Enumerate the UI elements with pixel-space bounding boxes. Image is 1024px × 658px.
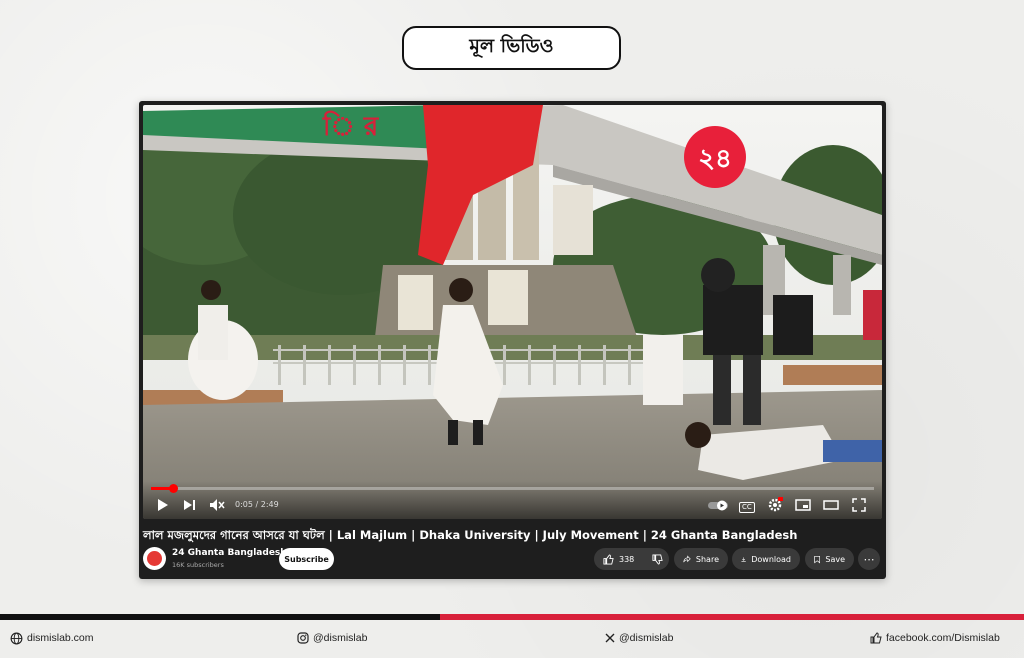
more-actions-button[interactable]: ⋯ (858, 548, 880, 570)
share-icon (683, 554, 691, 562)
svg-text:ি র: ি র (322, 110, 380, 142)
settings-button[interactable] (767, 497, 783, 513)
footer-divider-red (440, 614, 1024, 620)
progress-knob[interactable] (168, 484, 178, 493)
volume-muted-icon (210, 499, 225, 511)
footer-facebook-text: facebook.com/Dismislab (886, 632, 1000, 644)
video-player[interactable]: ি র ২৪ 0:05 / 2:49 CC লাল মজলুমদের গানের… (139, 101, 886, 579)
like-dislike-group: 338 (594, 548, 669, 570)
player-controls: 0:05 / 2:49 CC (143, 481, 882, 519)
footer-website-text: dismislab.com (27, 632, 94, 644)
save-button[interactable]: Save (805, 548, 854, 570)
footer-facebook[interactable]: facebook.com/Dismislab (870, 631, 1000, 645)
save-label: Save (825, 554, 845, 564)
channel-name[interactable]: 24 Ghanta Bangladesh (172, 548, 287, 558)
instagram-icon (297, 632, 309, 644)
more-horizontal-icon: ⋯ (863, 552, 875, 566)
globe-icon (10, 632, 23, 644)
captions-icon: CC (739, 502, 755, 513)
theater-button[interactable] (823, 497, 839, 513)
next-button[interactable] (183, 497, 197, 513)
video-title: লাল মজলুমদের গানের আসরে যা ঘটল | Lal Maj… (143, 528, 798, 542)
x-logo-icon (605, 633, 615, 643)
subscribe-button[interactable]: Subscribe (279, 548, 334, 570)
miniplayer-button[interactable] (795, 497, 811, 513)
like-button[interactable]: 338 (603, 553, 635, 565)
page-title: মূল ভিডিও (402, 26, 621, 70)
share-label: Share (695, 554, 719, 564)
theater-mode-icon (823, 500, 839, 510)
channel-subscriber-count: 16K subscribers (172, 561, 224, 569)
like-count: 338 (619, 554, 635, 564)
fullscreen-button[interactable] (851, 497, 867, 513)
mute-button[interactable] (209, 497, 225, 513)
autoplay-toggle-icon (708, 500, 728, 511)
miniplayer-icon (795, 499, 811, 511)
thumbs-up-icon (870, 632, 882, 644)
download-icon (741, 556, 746, 562)
thumbs-up-icon (603, 553, 614, 565)
footer-instagram-text: @dismislab (313, 632, 368, 644)
play-icon (158, 499, 168, 511)
fullscreen-icon (852, 498, 866, 512)
footer-website[interactable]: dismislab.com (10, 631, 94, 645)
play-button[interactable] (157, 497, 169, 513)
gear-icon (768, 497, 783, 512)
time-display: 0:05 / 2:49 (235, 500, 279, 509)
footer-x[interactable]: @dismislab (605, 631, 673, 645)
download-label: Download (751, 554, 791, 564)
footer-x-text: @dismislab (619, 632, 674, 644)
share-button[interactable]: Share (674, 548, 728, 570)
video-frame[interactable]: ি র ২৪ (143, 105, 882, 519)
channel-watermark-text: ২৪ (698, 144, 732, 174)
thumbs-down-icon (652, 553, 663, 565)
video-scene: ি র ২৪ (143, 105, 882, 519)
autoplay-toggle[interactable] (707, 497, 729, 513)
bookmark-icon (814, 555, 821, 563)
footer-divider-black (0, 614, 440, 620)
dislike-button[interactable] (652, 553, 663, 565)
channel-avatar[interactable] (143, 547, 166, 570)
channel-logo-icon (147, 551, 162, 566)
captions-button[interactable]: CC (739, 497, 755, 513)
progress-bar[interactable] (151, 484, 874, 493)
footer-instagram[interactable]: @dismislab (297, 631, 367, 645)
download-button[interactable]: Download (732, 548, 800, 570)
skip-next-icon (184, 500, 195, 510)
